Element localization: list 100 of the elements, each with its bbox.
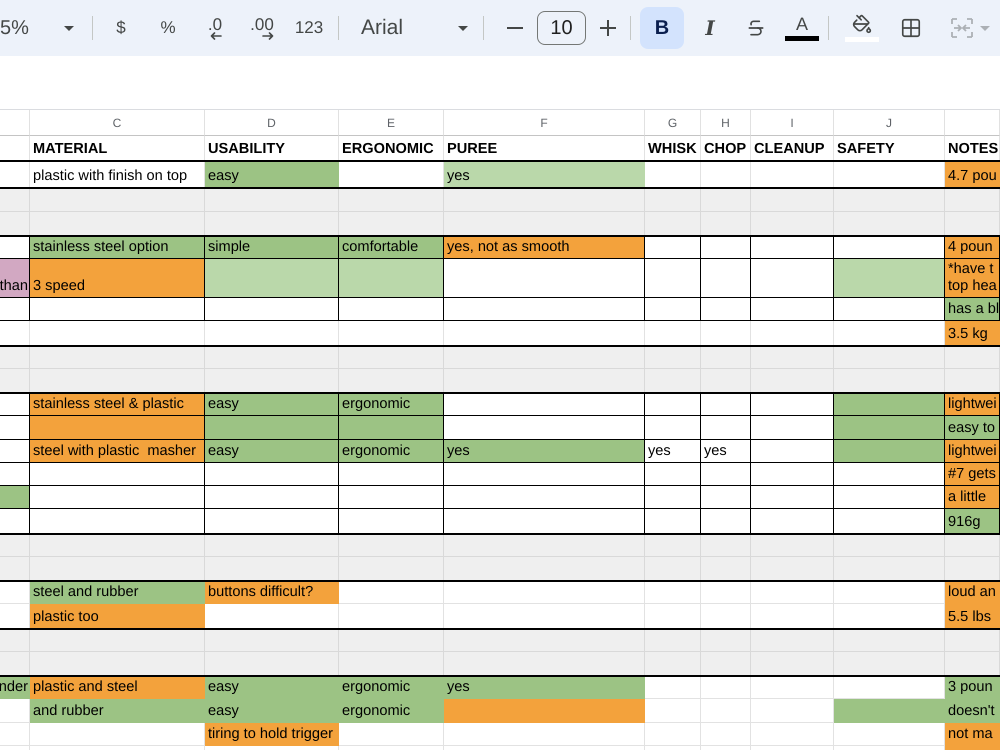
table-cell: *have t top hea <box>945 259 1000 298</box>
table-cell: stainless steel & plastic <box>30 394 205 416</box>
table-cell: 4 poun <box>945 236 1000 259</box>
font-dropdown[interactable]: Arial <box>348 8 478 48</box>
table-cell: stainless steel option <box>30 236 205 259</box>
table-cell: than <box>0 259 30 298</box>
table-cell: yes <box>444 162 645 188</box>
table-cell: not ma <box>945 722 1000 746</box>
table-cell: easy <box>205 162 339 188</box>
table-cell: buttons difficult? <box>205 582 339 604</box>
table-cell: ergonomic <box>339 440 444 463</box>
table-cell: yes, not as smooth <box>444 236 645 259</box>
minus-icon <box>507 27 523 29</box>
table-cell: lightwei <box>945 440 1000 463</box>
table-cell <box>701 630 751 652</box>
table-cell <box>0 652 30 675</box>
table-cell <box>701 368 751 392</box>
table-cell <box>945 630 1000 652</box>
table-cell <box>701 556 751 580</box>
table-cell: loud an <box>945 582 1000 604</box>
table-cell: nder <box>0 677 30 700</box>
table-cell <box>945 652 1000 675</box>
table-cell: plastic too <box>30 604 205 628</box>
table-cell: easy <box>205 677 339 700</box>
table-cell <box>645 652 701 675</box>
table-cell: ergonomic <box>339 394 444 416</box>
table-cell: steel and rubber <box>30 582 205 604</box>
italic-button[interactable]: I <box>690 8 730 48</box>
table-cell: yes <box>444 440 645 463</box>
table-cell <box>945 212 1000 235</box>
table-cell <box>701 189 751 212</box>
table-cell: easy <box>205 440 339 463</box>
table-cell: 3 poun <box>945 677 1000 700</box>
plus-icon <box>600 20 616 36</box>
table-cell: comfortable <box>339 236 444 259</box>
table-cell: a little <box>945 486 1000 510</box>
table-cell <box>945 368 1000 392</box>
table-cell: lightwei <box>945 394 1000 416</box>
table-cell: and rubber <box>30 699 205 722</box>
bold-button[interactable]: B <box>640 7 684 49</box>
paint-bucket-icon <box>852 14 872 34</box>
table-cell: easy <box>205 394 339 416</box>
merge-arrows-icon <box>950 18 974 38</box>
table-cell <box>0 346 30 369</box>
increase-decimal-button[interactable]: .00 <box>242 8 282 48</box>
table-cell <box>945 534 1000 557</box>
table-cell: #7 gets <box>945 462 1000 486</box>
table-cell: doesn't <box>945 699 1000 722</box>
table-cell <box>645 556 701 580</box>
text-color-button[interactable]: A <box>782 6 822 50</box>
table-cell <box>0 189 30 212</box>
table-cell: ergonomic <box>339 699 444 722</box>
table-cell <box>945 346 1000 369</box>
table-cell: 3 speed <box>30 259 205 298</box>
table-cell: 4.7 pou <box>945 162 1000 188</box>
zoom-dropdown[interactable]: 5% <box>0 8 82 48</box>
table-cell: simple <box>205 236 339 259</box>
arrow-left-icon <box>210 32 222 40</box>
table-cell: 5.5 lbs <box>945 604 1000 628</box>
strikethrough-icon <box>746 18 766 38</box>
table-cell <box>645 630 701 652</box>
table-cell: yes <box>645 440 701 463</box>
table-cell <box>645 534 701 557</box>
table-cell <box>701 534 751 557</box>
table-cell <box>645 346 701 369</box>
table-cell <box>945 556 1000 580</box>
table-cell: 3.5 kg <box>945 321 1000 344</box>
table-cell <box>701 652 751 675</box>
table-cell: easy <box>205 699 339 722</box>
grid-icon <box>900 17 922 39</box>
table-cell <box>645 368 701 392</box>
table-cell: yes <box>444 677 645 700</box>
arrow-right-icon <box>262 32 274 40</box>
number-format-button[interactable]: 123 <box>289 8 329 48</box>
number-format-button[interactable]: % <box>148 8 188 48</box>
table-cell <box>645 189 701 212</box>
column-header: WHISK <box>645 136 701 160</box>
column-header: SAFETY <box>834 136 945 160</box>
table-cell <box>0 556 30 580</box>
table-cell: plastic and steel <box>30 677 205 700</box>
table-cell: steel with plastic masher <box>30 440 205 463</box>
table-cell <box>0 534 30 557</box>
table-cell <box>0 212 30 235</box>
table-cell <box>701 212 751 235</box>
table-cell: has a bl <box>945 298 1000 322</box>
table-cell: easy to <box>945 416 1000 440</box>
table-cell: ergonomic <box>339 677 444 700</box>
table-cell: tiring to hold trigger <box>205 722 339 746</box>
font-size-field[interactable]: 10 <box>537 11 586 45</box>
caret-down-icon <box>458 26 468 30</box>
table-cell <box>701 346 751 369</box>
table-cell: yes <box>701 440 751 463</box>
decrease-decimal-button[interactable]: .0 <box>195 8 235 48</box>
table-cell <box>0 630 30 652</box>
table-cell <box>945 189 1000 212</box>
number-format-button[interactable]: $ <box>101 8 141 48</box>
table-cell: 916g <box>945 509 1000 532</box>
table-cell <box>0 368 30 392</box>
caret-down-icon <box>64 26 74 30</box>
table-cell <box>645 212 701 235</box>
